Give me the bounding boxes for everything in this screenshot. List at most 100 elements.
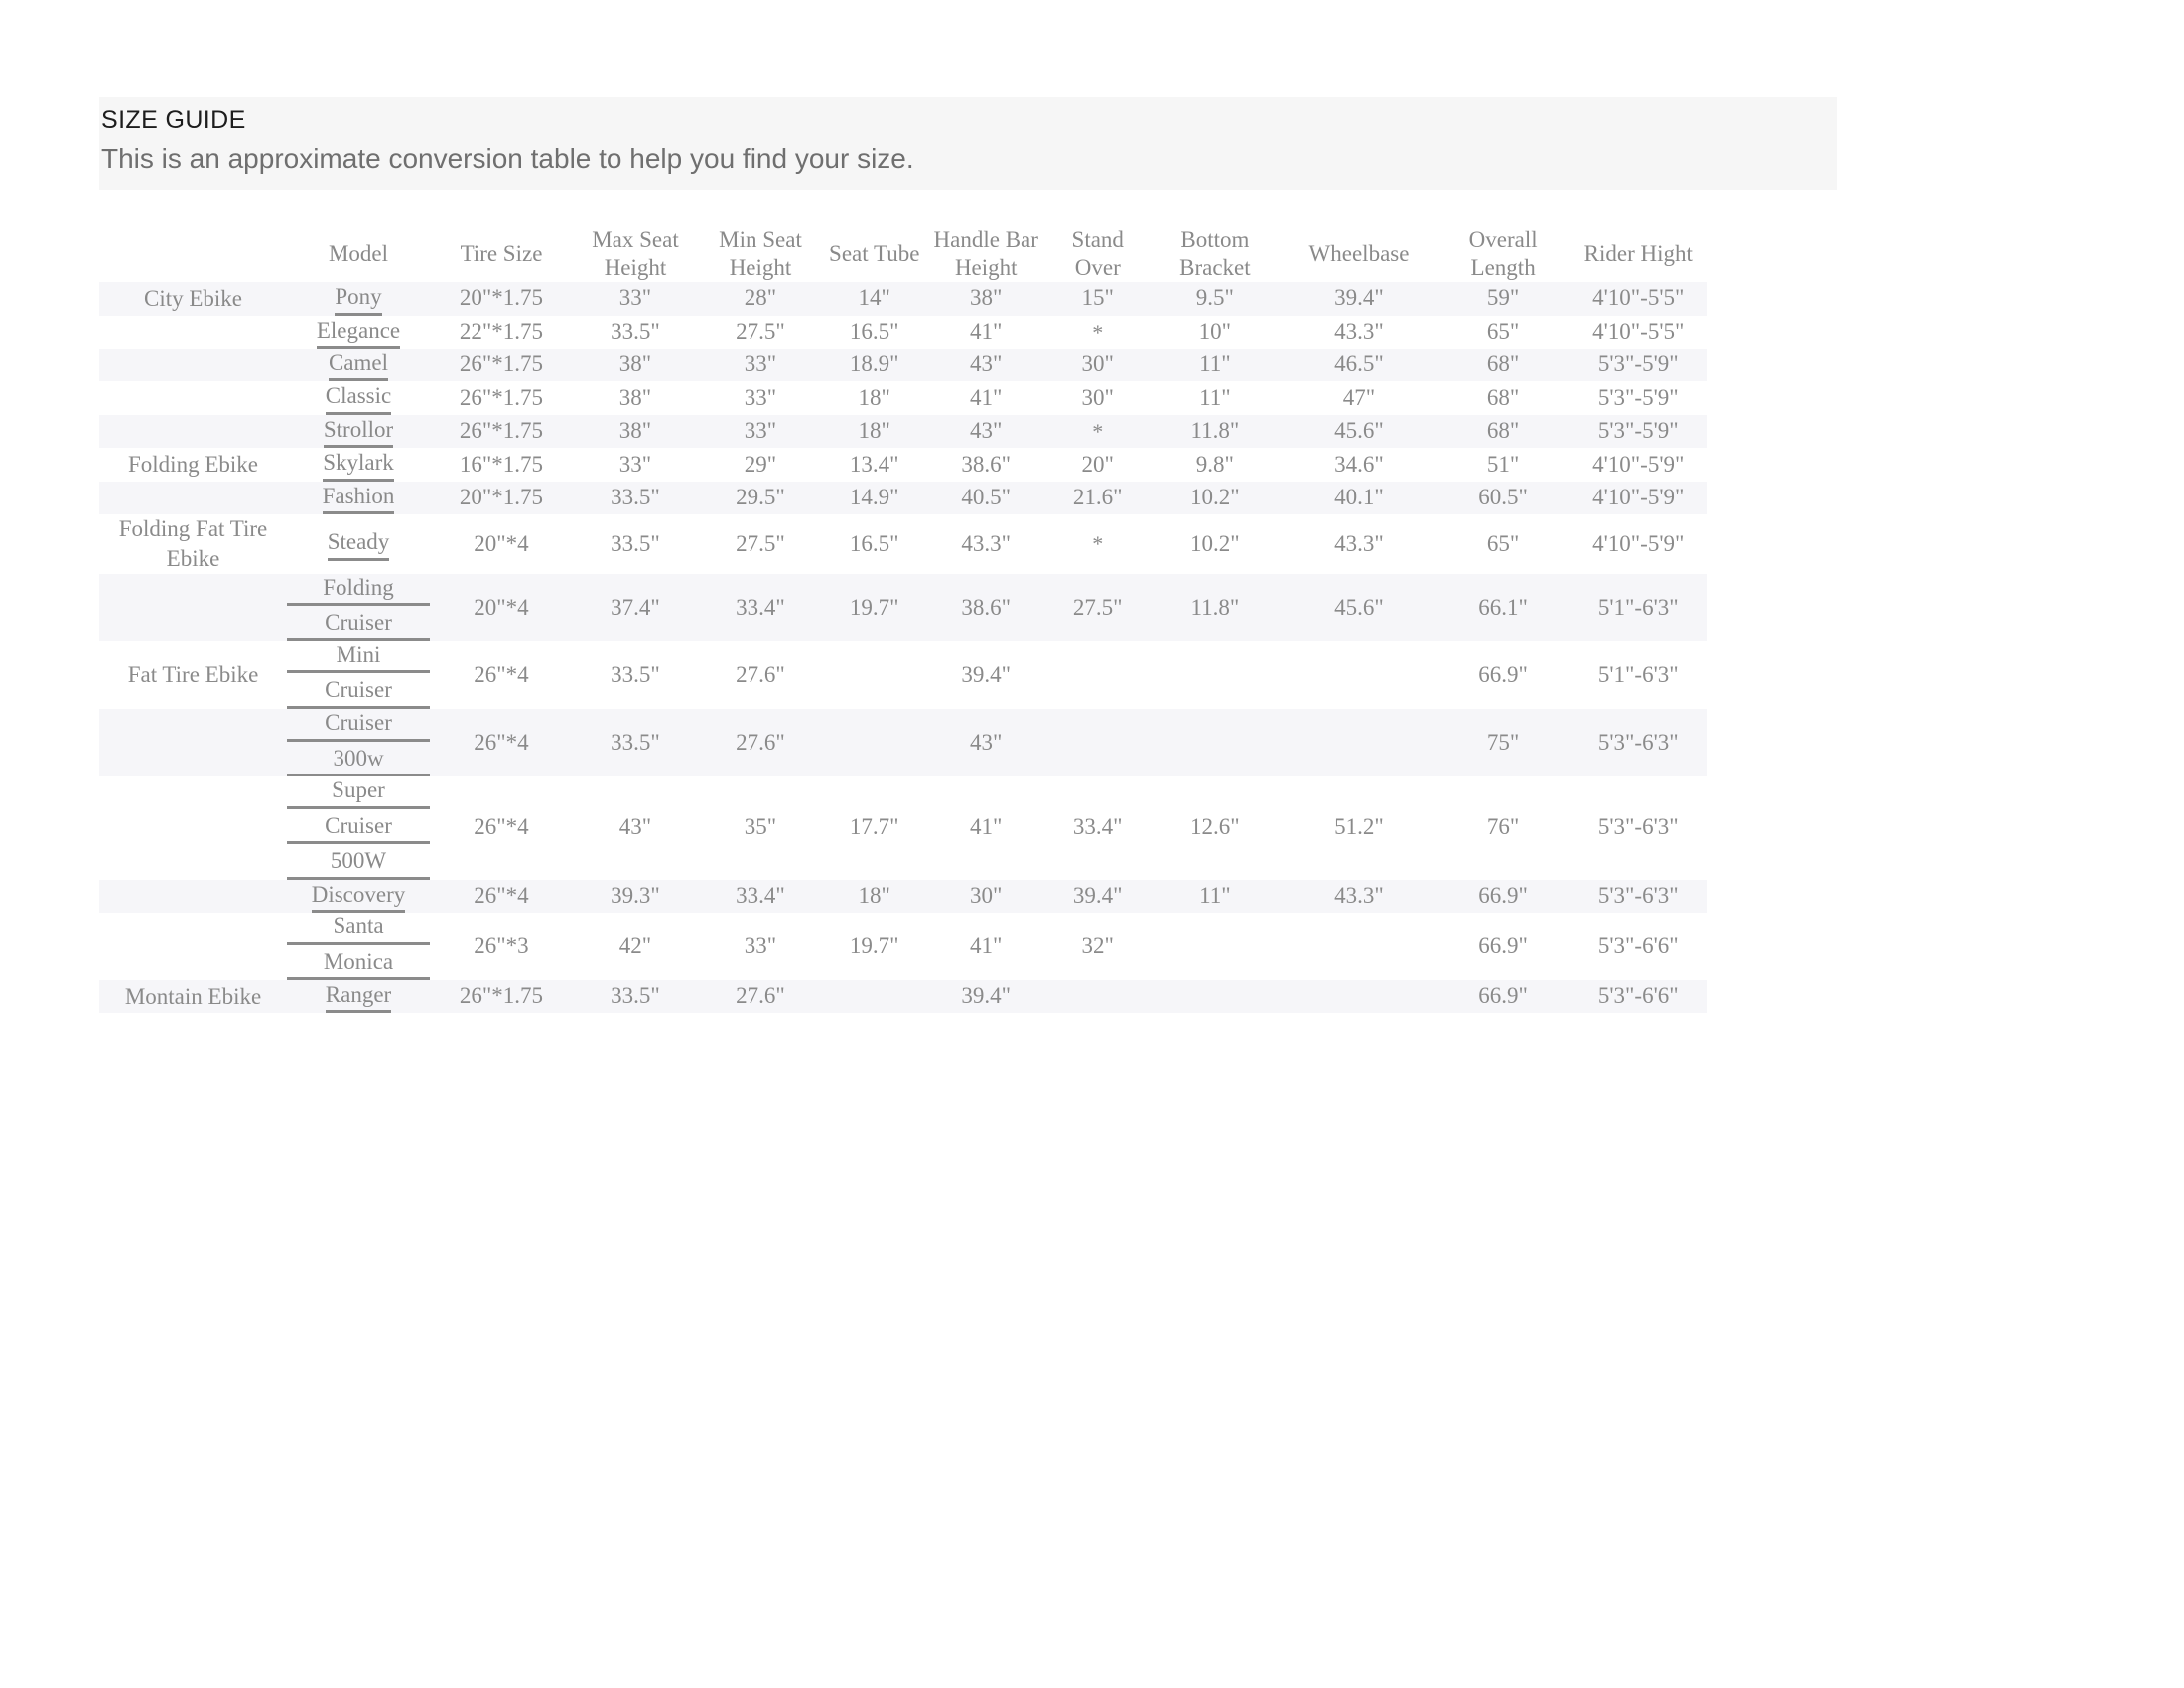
cell-handle_bar_height: 41" xyxy=(970,932,1003,958)
cell-rider_hight: 5'3"-5'9" xyxy=(1597,384,1679,410)
table-row: Fat Tire Ebike Mini Cruiser 26"*4 33.5" 27.6"… xyxy=(99,641,1707,709)
row-category: Folding Ebike xyxy=(128,452,258,478)
cell-handle_bar_height: 41" xyxy=(970,318,1003,344)
model-name-label: Cruiser xyxy=(287,812,430,845)
model-name-cell[interactable]: Classic xyxy=(287,381,430,415)
model-name-cell[interactable]: Pony xyxy=(287,282,430,316)
cell-stand_over: 21.6" xyxy=(1046,481,1150,515)
model-name-cell[interactable]: Strollor xyxy=(287,414,430,449)
cell-stand_over: * xyxy=(1046,414,1150,449)
cell-rider_hight: 5'3"-6'3" xyxy=(1597,814,1679,840)
cell-max_seat_height: 33" xyxy=(618,451,652,477)
model-name-cell[interactable]: Camel xyxy=(287,348,430,382)
table-row: Super Cruiser 500W 26"*4 43" 35" 17.7" 41" 33.4"… xyxy=(99,776,1707,880)
cell-stand_over: 30" xyxy=(1081,384,1114,410)
cell-max_seat_height: 33.5" xyxy=(573,980,698,1014)
table-row: Montain Ebike Ranger 26"*1.75 33.5" 27.6" 39.… xyxy=(99,980,1707,1014)
model-name-cell[interactable]: Mini Cruiser xyxy=(287,641,430,709)
cell-bottom_bracket: 11" xyxy=(1149,879,1282,914)
model-name-label: Skylark xyxy=(323,448,394,482)
model-name-cell[interactable]: Santa Monica xyxy=(287,913,430,981)
cell-bottom_bracket xyxy=(1149,709,1282,777)
cell-stand_over: 27.5" xyxy=(1046,573,1150,641)
cell-max_seat_height: 33.5" xyxy=(611,318,660,344)
cell-seat_tube: 14.9" xyxy=(823,481,926,515)
model-name-cell[interactable]: Cruiser 300w xyxy=(287,709,430,777)
model-name-cell[interactable]: Fashion xyxy=(287,481,430,515)
column-header-seat-tube: Seat Tube xyxy=(829,241,920,267)
page-title: SIZE GUIDE xyxy=(101,106,246,134)
cell-max_seat_height: 38" xyxy=(573,348,698,382)
cell-seat_tube: 17.7" xyxy=(849,814,899,840)
cell-rider_hight: 5'3"-6'3" xyxy=(1569,879,1707,914)
cell-wheelbase: 46.5" xyxy=(1281,348,1437,382)
cell-min_seat_height: 33" xyxy=(744,384,777,410)
cell-wheelbase: 47" xyxy=(1342,384,1376,410)
cell-tire_size: 20"*1.75 xyxy=(430,282,573,316)
table-row: Folding Cruiser 20"*4 37.4" 33.4" 19.7" 38.6" 2… xyxy=(99,573,1707,641)
cell-rider_hight: 5'3"-6'6" xyxy=(1597,932,1679,958)
cell-handle_bar_height: 43" xyxy=(925,348,1046,382)
table-body: City Ebike Pony 20"*1.75 33" 28" 14" 38" 15" 9.5… xyxy=(99,282,1707,1014)
table-header-row: Model Tire Size Max Seat Height Min Seat… xyxy=(99,226,1707,282)
row-category xyxy=(99,776,287,880)
row-category xyxy=(99,381,287,414)
cell-min_seat_height: 27.6" xyxy=(698,709,823,777)
cell-stand_over xyxy=(1046,641,1150,709)
cell-max_seat_height: 33.5" xyxy=(573,709,698,777)
model-name-label: 300w xyxy=(287,745,430,777)
cell-max_seat_height: 33.5" xyxy=(573,481,698,515)
cell-handle_bar_height: 40.5" xyxy=(925,481,1046,515)
cell-min_seat_height: 27.6" xyxy=(736,661,785,687)
model-name-cell[interactable]: Super Cruiser 500W xyxy=(287,776,430,880)
size-guide-header: SIZE GUIDE This is an approximate conver… xyxy=(99,97,1837,191)
cell-overall_length: 68" xyxy=(1486,384,1520,410)
cell-overall_length: 66.9" xyxy=(1478,661,1528,687)
cell-stand_over: 39.4" xyxy=(1046,879,1150,914)
cell-rider_hight: 5'1"-6'3" xyxy=(1569,573,1707,641)
cell-max_seat_height: 38" xyxy=(573,414,698,449)
cell-stand_over: 20" xyxy=(1081,451,1114,477)
column-header-bottom-bracket: Bottom Bracket xyxy=(1179,227,1251,281)
cell-min_seat_height: 27.5" xyxy=(736,530,785,556)
cell-handle_bar_height: 39.4" xyxy=(925,980,1046,1014)
cell-bottom_bracket: 11.8" xyxy=(1149,414,1282,449)
page-subtitle: This is an approximate conversion table … xyxy=(101,143,914,175)
model-name-cell[interactable]: Ranger xyxy=(287,980,430,1014)
cell-seat_tube: 18" xyxy=(823,414,926,449)
cell-seat_tube: 18" xyxy=(858,384,890,410)
cell-wheelbase xyxy=(1281,913,1437,980)
cell-handle_bar_height: 43.3" xyxy=(961,530,1012,556)
cell-tire_size: 26"*3 xyxy=(474,932,529,958)
model-name-label: Cruiser xyxy=(287,676,430,709)
cell-tire_size: 22"*1.75 xyxy=(459,318,544,344)
cell-max_seat_height: 37.4" xyxy=(573,573,698,641)
cell-tire_size: 26"*4 xyxy=(474,661,529,687)
cell-bottom_bracket: 9.5" xyxy=(1149,282,1282,316)
size-guide-page: SIZE GUIDE This is an approximate conver… xyxy=(0,0,2184,1688)
model-name-cell[interactable]: Elegance xyxy=(287,316,430,349)
row-category: Folding Fat Tire Ebike xyxy=(118,516,268,572)
cell-seat_tube xyxy=(823,980,926,1014)
cell-overall_length: 66.9" xyxy=(1478,932,1528,958)
model-name-cell[interactable]: Discovery xyxy=(287,879,430,914)
cell-overall_length: 60.5" xyxy=(1436,481,1570,515)
cell-overall_length: 59" xyxy=(1436,282,1570,316)
cell-stand_over: 15" xyxy=(1046,282,1150,316)
cell-max_seat_height: 33" xyxy=(573,282,698,316)
cell-seat_tube: 19.7" xyxy=(823,573,926,641)
column-header-handle-bar-height: Handle Bar Height xyxy=(933,227,1038,281)
cell-overall_length: 66.9" xyxy=(1436,879,1570,914)
model-name-cell[interactable]: Steady xyxy=(287,514,430,574)
cell-overall_length: 51" xyxy=(1486,451,1520,477)
cell-bottom_bracket: 10.2" xyxy=(1149,481,1282,515)
cell-bottom_bracket: 12.6" xyxy=(1190,814,1240,840)
row-category: Montain Ebike xyxy=(99,980,287,1014)
cell-overall_length: 66.9" xyxy=(1436,980,1570,1014)
model-name-cell[interactable]: Skylark xyxy=(287,448,430,482)
column-header-max-seat-height: Max Seat Height xyxy=(592,227,679,281)
cell-bottom_bracket: 9.8" xyxy=(1195,451,1234,477)
cell-seat_tube: 19.7" xyxy=(849,932,899,958)
model-name-cell[interactable]: Folding Cruiser xyxy=(287,573,430,641)
cell-wheelbase: 43.3" xyxy=(1334,530,1384,556)
